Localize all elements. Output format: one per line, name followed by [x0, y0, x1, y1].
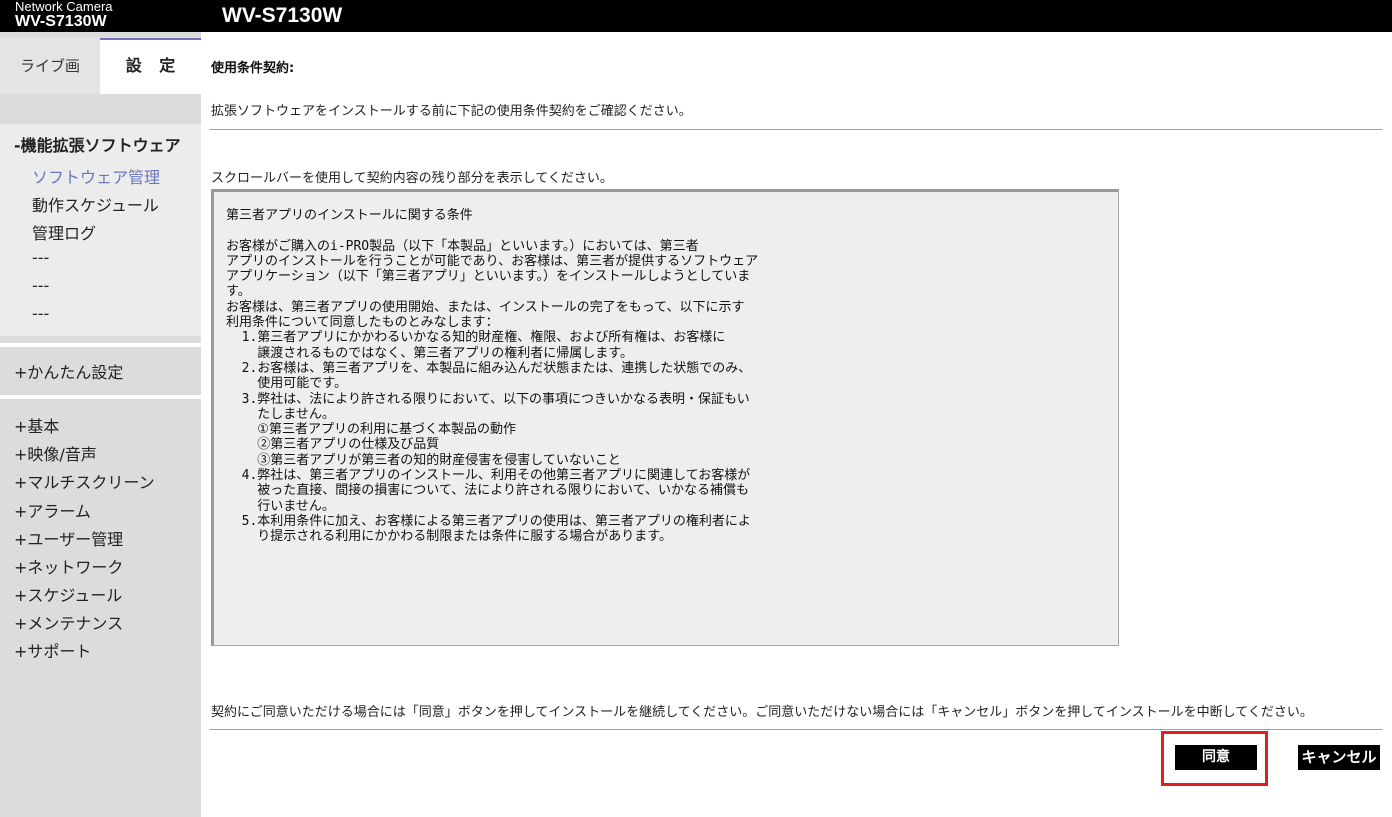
- page-title: WV-S7130W: [222, 4, 343, 27]
- brand-model: WV-S7130W: [15, 13, 107, 30]
- menu-group-extension-software[interactable]: -機能拡張ソフトウェア: [14, 132, 181, 156]
- divider: [210, 729, 1382, 730]
- sidebar-item-empty-2[interactable]: ---: [32, 276, 49, 295]
- main-content: 使用条件契約: 拡張ソフトウェアをインストールする前に下記の使用条件契約をご確認…: [201, 32, 1392, 817]
- sidebar-item-support[interactable]: +サポート: [14, 638, 91, 662]
- sidebar-item-management-log[interactable]: 管理ログ: [32, 220, 96, 244]
- sidebar-item-network[interactable]: +ネットワーク: [14, 554, 123, 578]
- sidebar-item-multiscreen[interactable]: +マルチスクリーン: [14, 469, 155, 493]
- sidebar-item-maintenance[interactable]: +メンテナンス: [14, 610, 123, 634]
- license-text: 第三者アプリのインストールに関する条件 お客様がご購入のi-PRO製品（以下「本…: [226, 208, 759, 545]
- intro-text: 拡張ソフトウェアをインストールする前に下記の使用条件契約をご確認ください。: [211, 104, 692, 119]
- license-heading: 使用条件契約:: [211, 61, 295, 76]
- cancel-button[interactable]: キャンセル: [1298, 745, 1380, 770]
- agreement-instruction: 契約にご同意いただける場合には「同意」ボタンを押してインストールを継続してくださ…: [211, 705, 1313, 720]
- tab-setup[interactable]: 設 定: [100, 38, 201, 94]
- sidebar-item-easy-setup[interactable]: +かんたん設定: [14, 359, 123, 383]
- sidebar-item-user-management[interactable]: +ユーザー管理: [14, 526, 123, 550]
- top-header: Network Camera WV-S7130W WV-S7130W: [0, 0, 1392, 32]
- sidebar-item-empty-3[interactable]: ---: [32, 304, 49, 323]
- brand-label: Network Camera: [15, 0, 113, 14]
- tab-live[interactable]: ライブ画: [0, 38, 100, 94]
- sidebar-item-schedule[interactable]: +スケジュール: [14, 582, 122, 606]
- sidebar-item-basic[interactable]: +基本: [14, 413, 59, 437]
- scroll-instruction: スクロールバーを使用して契約内容の残り部分を表示してください。: [211, 171, 613, 186]
- sidebar-divider: [0, 343, 201, 347]
- agree-button[interactable]: 同意: [1175, 745, 1257, 770]
- sidebar-item-operation-schedule[interactable]: 動作スケジュール: [32, 192, 159, 216]
- sidebar: ライブ画 設 定 -機能拡張ソフトウェア ソフトウェア管理 動作スケジュール 管…: [0, 32, 201, 817]
- sidebar-item-software-management[interactable]: ソフトウェア管理: [32, 164, 160, 188]
- sidebar-item-alarm[interactable]: +アラーム: [14, 498, 91, 522]
- sidebar-item-empty-1[interactable]: ---: [32, 248, 49, 267]
- divider: [210, 129, 1382, 130]
- sidebar-divider: [0, 395, 201, 399]
- license-textarea[interactable]: 第三者アプリのインストールに関する条件 お客様がご購入のi-PRO製品（以下「本…: [211, 189, 1119, 646]
- sidebar-item-video-audio[interactable]: +映像/音声: [14, 441, 97, 465]
